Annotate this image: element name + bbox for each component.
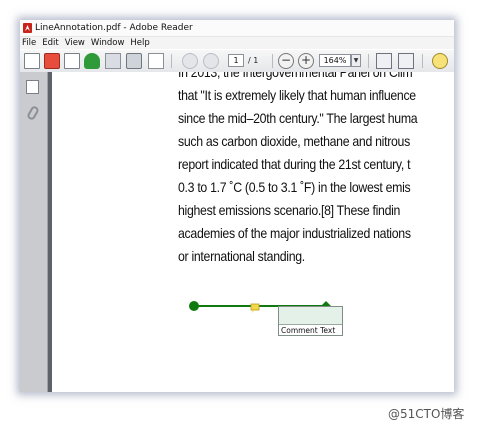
- zoom-input[interactable]: 164%: [319, 54, 351, 67]
- toolbar-separator: [422, 54, 423, 68]
- menu-help[interactable]: Help: [130, 37, 149, 49]
- print-icon[interactable]: [126, 53, 142, 69]
- create-pdf-icon[interactable]: [24, 53, 40, 69]
- document-view[interactable]: In 2013, the Intergovernmental Panel on …: [52, 72, 454, 392]
- email-icon[interactable]: [148, 53, 164, 69]
- adobe-reader-icon: [23, 23, 32, 33]
- menu-edit[interactable]: Edit: [42, 37, 58, 49]
- toolbar-separator: [272, 54, 273, 68]
- note-icon-tail: [252, 310, 255, 313]
- toolbar-separator: [171, 54, 172, 68]
- export-pdf-icon[interactable]: [44, 53, 60, 69]
- zoom-dropdown-chevron-icon[interactable]: ▼: [351, 54, 361, 67]
- edit-icon[interactable]: [64, 53, 80, 69]
- page-total-label: / 1: [248, 56, 259, 65]
- title-bar: LineAnnotation.pdf - Adobe Reader: [20, 20, 454, 37]
- zoom-out-icon[interactable]: −: [278, 53, 294, 69]
- note-icon[interactable]: [250, 303, 260, 311]
- menu-window[interactable]: Window: [91, 37, 125, 49]
- menu-bar: File Edit View Window Help: [20, 37, 454, 49]
- comment-text[interactable]: Comment Text: [279, 324, 342, 335]
- menu-view[interactable]: View: [65, 37, 85, 49]
- fit-page-icon[interactable]: [376, 53, 392, 69]
- window-title: LineAnnotation.pdf - Adobe Reader: [35, 23, 193, 33]
- toolbar-separator: [368, 54, 369, 68]
- save-icon[interactable]: [105, 53, 121, 69]
- upload-cloud-icon[interactable]: [84, 53, 100, 69]
- navigation-panel: [20, 72, 48, 392]
- comment-icon[interactable]: [432, 53, 448, 69]
- line-annotation[interactable]: [52, 72, 454, 392]
- annotation-start-circle[interactable]: [189, 301, 199, 311]
- comment-popup[interactable]: Comment Text: [278, 306, 343, 336]
- next-page-icon[interactable]: [203, 53, 219, 69]
- watermark: @51CTO博客: [388, 407, 465, 421]
- toolbar: 1 / 1 − + 164% ▼: [20, 50, 454, 73]
- full-screen-icon[interactable]: [398, 53, 414, 69]
- menu-file[interactable]: File: [22, 37, 36, 49]
- attachments-paperclip-icon[interactable]: [26, 104, 40, 122]
- application-window: LineAnnotation.pdf - Adobe Reader File E…: [20, 20, 454, 392]
- zoom-in-icon[interactable]: +: [298, 53, 314, 69]
- page-number-input[interactable]: 1: [228, 54, 244, 67]
- previous-page-icon[interactable]: [182, 53, 198, 69]
- page-thumbnails-icon[interactable]: [26, 80, 39, 94]
